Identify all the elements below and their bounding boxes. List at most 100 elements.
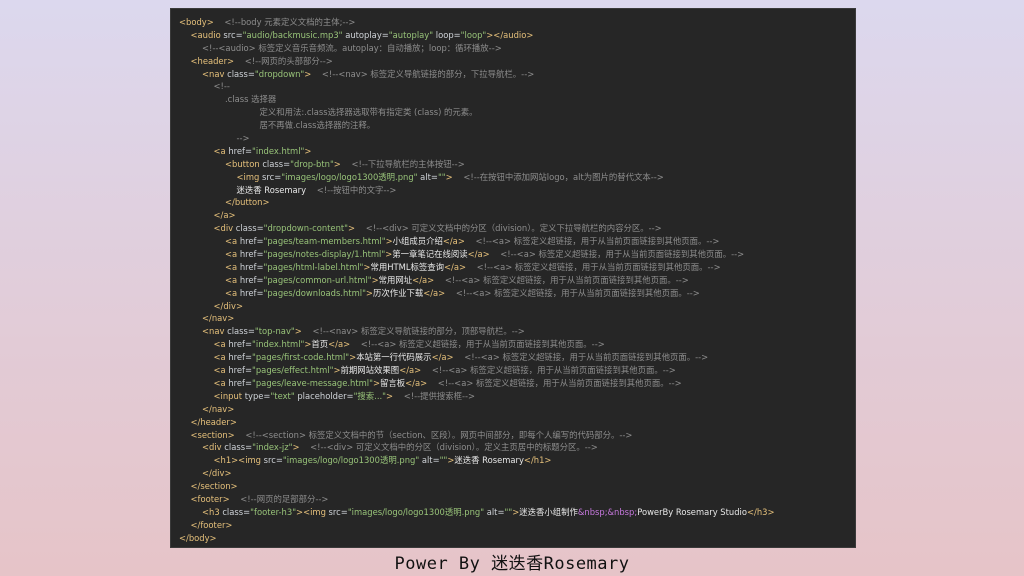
code-token: </a> — [444, 261, 467, 272]
code-token: <!--<nav> 标签定义导航链接的部分，顶部导航栏。--> — [301, 326, 525, 337]
code-token: </a> — [467, 249, 490, 260]
code-token: "images/logo/logo1300透明.png" — [347, 506, 485, 517]
code-token: <a — [225, 249, 238, 260]
code-token: > — [372, 377, 380, 388]
code-token: <!--<a> 标签定义超链接，用于从当前页面链接到其他页面。--> — [350, 339, 605, 350]
code-token: <!--在按钮中添加网站logo，alt为图片的替代文本--> — [452, 171, 664, 182]
code-token: href= — [225, 145, 253, 156]
code-token: </h1> — [523, 455, 552, 466]
code-token: <!--body 元素定义文档的主体;--> — [213, 17, 356, 27]
code-line: --> — [179, 132, 855, 145]
code-token: <!--<a> 标签定义超链接，用于从当前页面链接到其他页面。--> — [453, 352, 709, 363]
code-line: <a href="pages/notes-display/1.html">第一章… — [179, 248, 855, 261]
code-token: <!--提供搜索框--> — [393, 390, 476, 401]
code-token: </h3> — [746, 506, 775, 517]
code-line: 定义和用法:.class选择器选取带有指定类 (class) 的元素。 — [179, 106, 855, 119]
code-token: <nav — [202, 68, 225, 79]
code-token: "pages/leave-message.html" — [252, 377, 373, 388]
code-token: href= — [225, 365, 253, 376]
code-token: > — [386, 390, 394, 401]
code-token: "pages/first-code.html" — [252, 352, 350, 363]
code-token: "images/logo/logo1300透明.png" — [282, 455, 420, 466]
code-line: <footer> <!--网页的足部部分--> — [179, 493, 855, 506]
code-token: ><img — [296, 506, 326, 517]
code-token: <button — [225, 158, 260, 169]
code-token: <a — [213, 352, 226, 363]
code-token: <!--<div> 可定义文档中的分区（division）。定义下拉导航栏的内容… — [355, 223, 662, 234]
code-token: "pages/effect.html" — [252, 365, 334, 376]
code-token: <img — [236, 171, 260, 182]
code-token: </footer> — [190, 519, 233, 530]
code-token: <header> — [190, 55, 235, 66]
code-line: <input type="text" placeholder="搜索..."> … — [179, 390, 855, 403]
code-token: --> — [236, 133, 250, 144]
code-token: <!--<a> 标签定义超链接，用于从当前页面链接到其他页面。--> — [466, 261, 721, 272]
code-token: </a> — [213, 210, 236, 221]
code-token: <a — [225, 236, 238, 247]
code-token: alt= — [419, 455, 440, 466]
code-token: > — [365, 287, 373, 298]
code-token: PowerBy Rosemary Studio — [637, 506, 747, 517]
code-token: "dropdown" — [254, 68, 305, 79]
code-line: <nav class="dropdown"> <!--<nav> 标签定义导航链… — [179, 68, 855, 81]
slide-caption: Power By 迷迭香Rosemary — [394, 554, 630, 574]
code-line: <header> <!--网页的头部部分--> — [179, 55, 855, 68]
code-token: 居不再做.class选择器的注释。 — [259, 120, 376, 131]
code-token: <!--<section> 标签定义文档中的节（section、区段）。网页中间… — [234, 429, 633, 440]
code-token: </a> — [442, 236, 465, 247]
code-token: 前期网站效果图 — [340, 365, 400, 376]
code-line: 迷迭香 Rosemary <!--按钮中的文字--> — [179, 184, 855, 197]
code-token: <audio — [190, 29, 221, 40]
code-token: "loop" — [460, 29, 487, 40]
code-line: <!--<audio> 标签定义音乐音频流。autoplay：自动播放；loop… — [179, 42, 855, 55]
code-token: <!--<nav> 标签定义导航链接的部分，下拉导航栏。--> — [311, 68, 535, 79]
code-token: > — [385, 236, 393, 247]
code-token: <a — [225, 274, 238, 285]
code-token: alt= — [484, 506, 505, 517]
code-token: "pages/team-members.html" — [263, 236, 386, 247]
code-line: <a href="pages/common-url.html">常用网址</a>… — [179, 274, 855, 287]
code-line: <a href="pages/team-members.html">小组成员介绍… — [179, 235, 855, 248]
code-token: <!--<a> 标签定义超链接，用于从当前页面链接到其他页面。--> — [489, 249, 745, 260]
code-line: </div> — [179, 467, 855, 480]
code-token: &nbsp;&nbsp; — [577, 506, 638, 517]
code-token: <!--<audio> 标签定义音乐音频流。autoplay：自动播放；loop… — [202, 42, 502, 53]
code-token: <section> — [190, 429, 235, 440]
code-line: <body> <!--body 元素定义文档的主体;--> — [179, 16, 855, 29]
code-token: <div — [202, 442, 222, 453]
code-line: <img src="images/logo/logo1300透明.png" al… — [179, 171, 855, 184]
code-line: <!-- — [179, 80, 855, 93]
code-token: autoplay= — [342, 29, 389, 40]
code-line: <div class="dropdown-content"> <!--<div>… — [179, 222, 855, 235]
code-line: <h1><img src="images/logo/logo1300透明.png… — [179, 454, 855, 467]
code-line: <a href="pages/leave-message.html">留言板</… — [179, 377, 855, 390]
code-token: <!--<a> 标签定义超链接，用于从当前页面链接到其他页面。--> — [421, 365, 676, 376]
code-token: > — [445, 171, 453, 182]
code-token: "text" — [270, 390, 295, 401]
code-line: <div class="index-jz"> <!--<div> 可定义文档中的… — [179, 441, 855, 454]
code-token: class= — [219, 506, 251, 517]
code-token: </a> — [328, 339, 351, 350]
code-token: 常用HTML标签查询 — [370, 261, 445, 272]
code-token: <!--<div> 可定义文档中的分区（division）。定义主页居中的标题分… — [299, 442, 598, 453]
code-token: 迷迭香 Rosemary — [454, 455, 524, 466]
code-token: "pages/html-label.html" — [263, 261, 364, 272]
code-token: "index.html" — [252, 339, 305, 350]
code-token: 历次作业下载 — [372, 287, 424, 298]
code-token: <!-- — [213, 81, 230, 92]
code-token: 小组成员介绍 — [392, 236, 443, 247]
code-token: type= — [242, 390, 271, 401]
code-lines: <body> <!--body 元素定义文档的主体;--> <audio src=… — [179, 16, 855, 545]
code-token: <nav — [202, 326, 225, 337]
code-token: href= — [225, 339, 253, 350]
code-token: loop= — [433, 29, 461, 40]
code-token: src= — [261, 455, 283, 466]
code-line: <button class="drop-btn"> <!--下拉导航栏的主体按钮… — [179, 158, 855, 171]
code-token: "dropdown-content" — [263, 223, 349, 234]
code-token: src= — [259, 171, 282, 182]
code-line: </button> — [179, 196, 855, 209]
code-token: "drop-btn" — [290, 158, 334, 169]
code-line: <a href="pages/effect.html">前期网站效果图</a> … — [179, 364, 855, 377]
code-token: </a> — [423, 287, 446, 298]
code-token: <!--<a> 标签定义超链接，用于从当前页面链接到其他页面。--> — [445, 287, 700, 298]
